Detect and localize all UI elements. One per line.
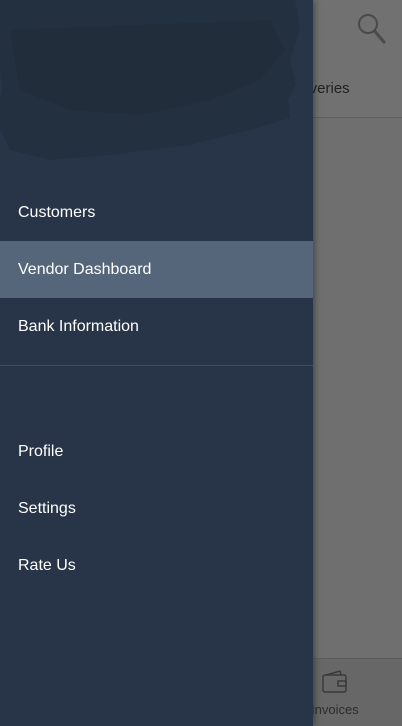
menu-item-label: Settings	[18, 499, 76, 517]
navigation-drawer: Customers Vendor Dashboard Bank Informat…	[0, 0, 313, 726]
menu-item-label: Rate Us	[18, 556, 76, 574]
invoices-tab-label[interactable]: Invoices	[311, 702, 359, 717]
menu-item-label: Bank Information	[18, 317, 139, 335]
menu-divider	[0, 365, 313, 366]
drawer-header	[0, 0, 313, 170]
menu-item-label: Vendor Dashboard	[18, 260, 152, 278]
redacted-header-image	[0, 0, 300, 160]
menu-item-settings[interactable]: Settings	[0, 480, 313, 537]
menu-item-label: Customers	[18, 203, 96, 221]
menu-item-customers[interactable]: Customers	[0, 184, 313, 241]
wallet-icon[interactable]	[322, 670, 348, 694]
menu-item-label: Profile	[18, 442, 64, 460]
menu-item-profile[interactable]: Profile	[0, 423, 313, 480]
search-icon[interactable]	[356, 12, 386, 44]
menu-item-bank-information[interactable]: Bank Information	[0, 298, 313, 355]
menu-item-rate-us[interactable]: Rate Us	[0, 537, 313, 594]
menu-item-vendor-dashboard[interactable]: Vendor Dashboard	[0, 241, 313, 298]
